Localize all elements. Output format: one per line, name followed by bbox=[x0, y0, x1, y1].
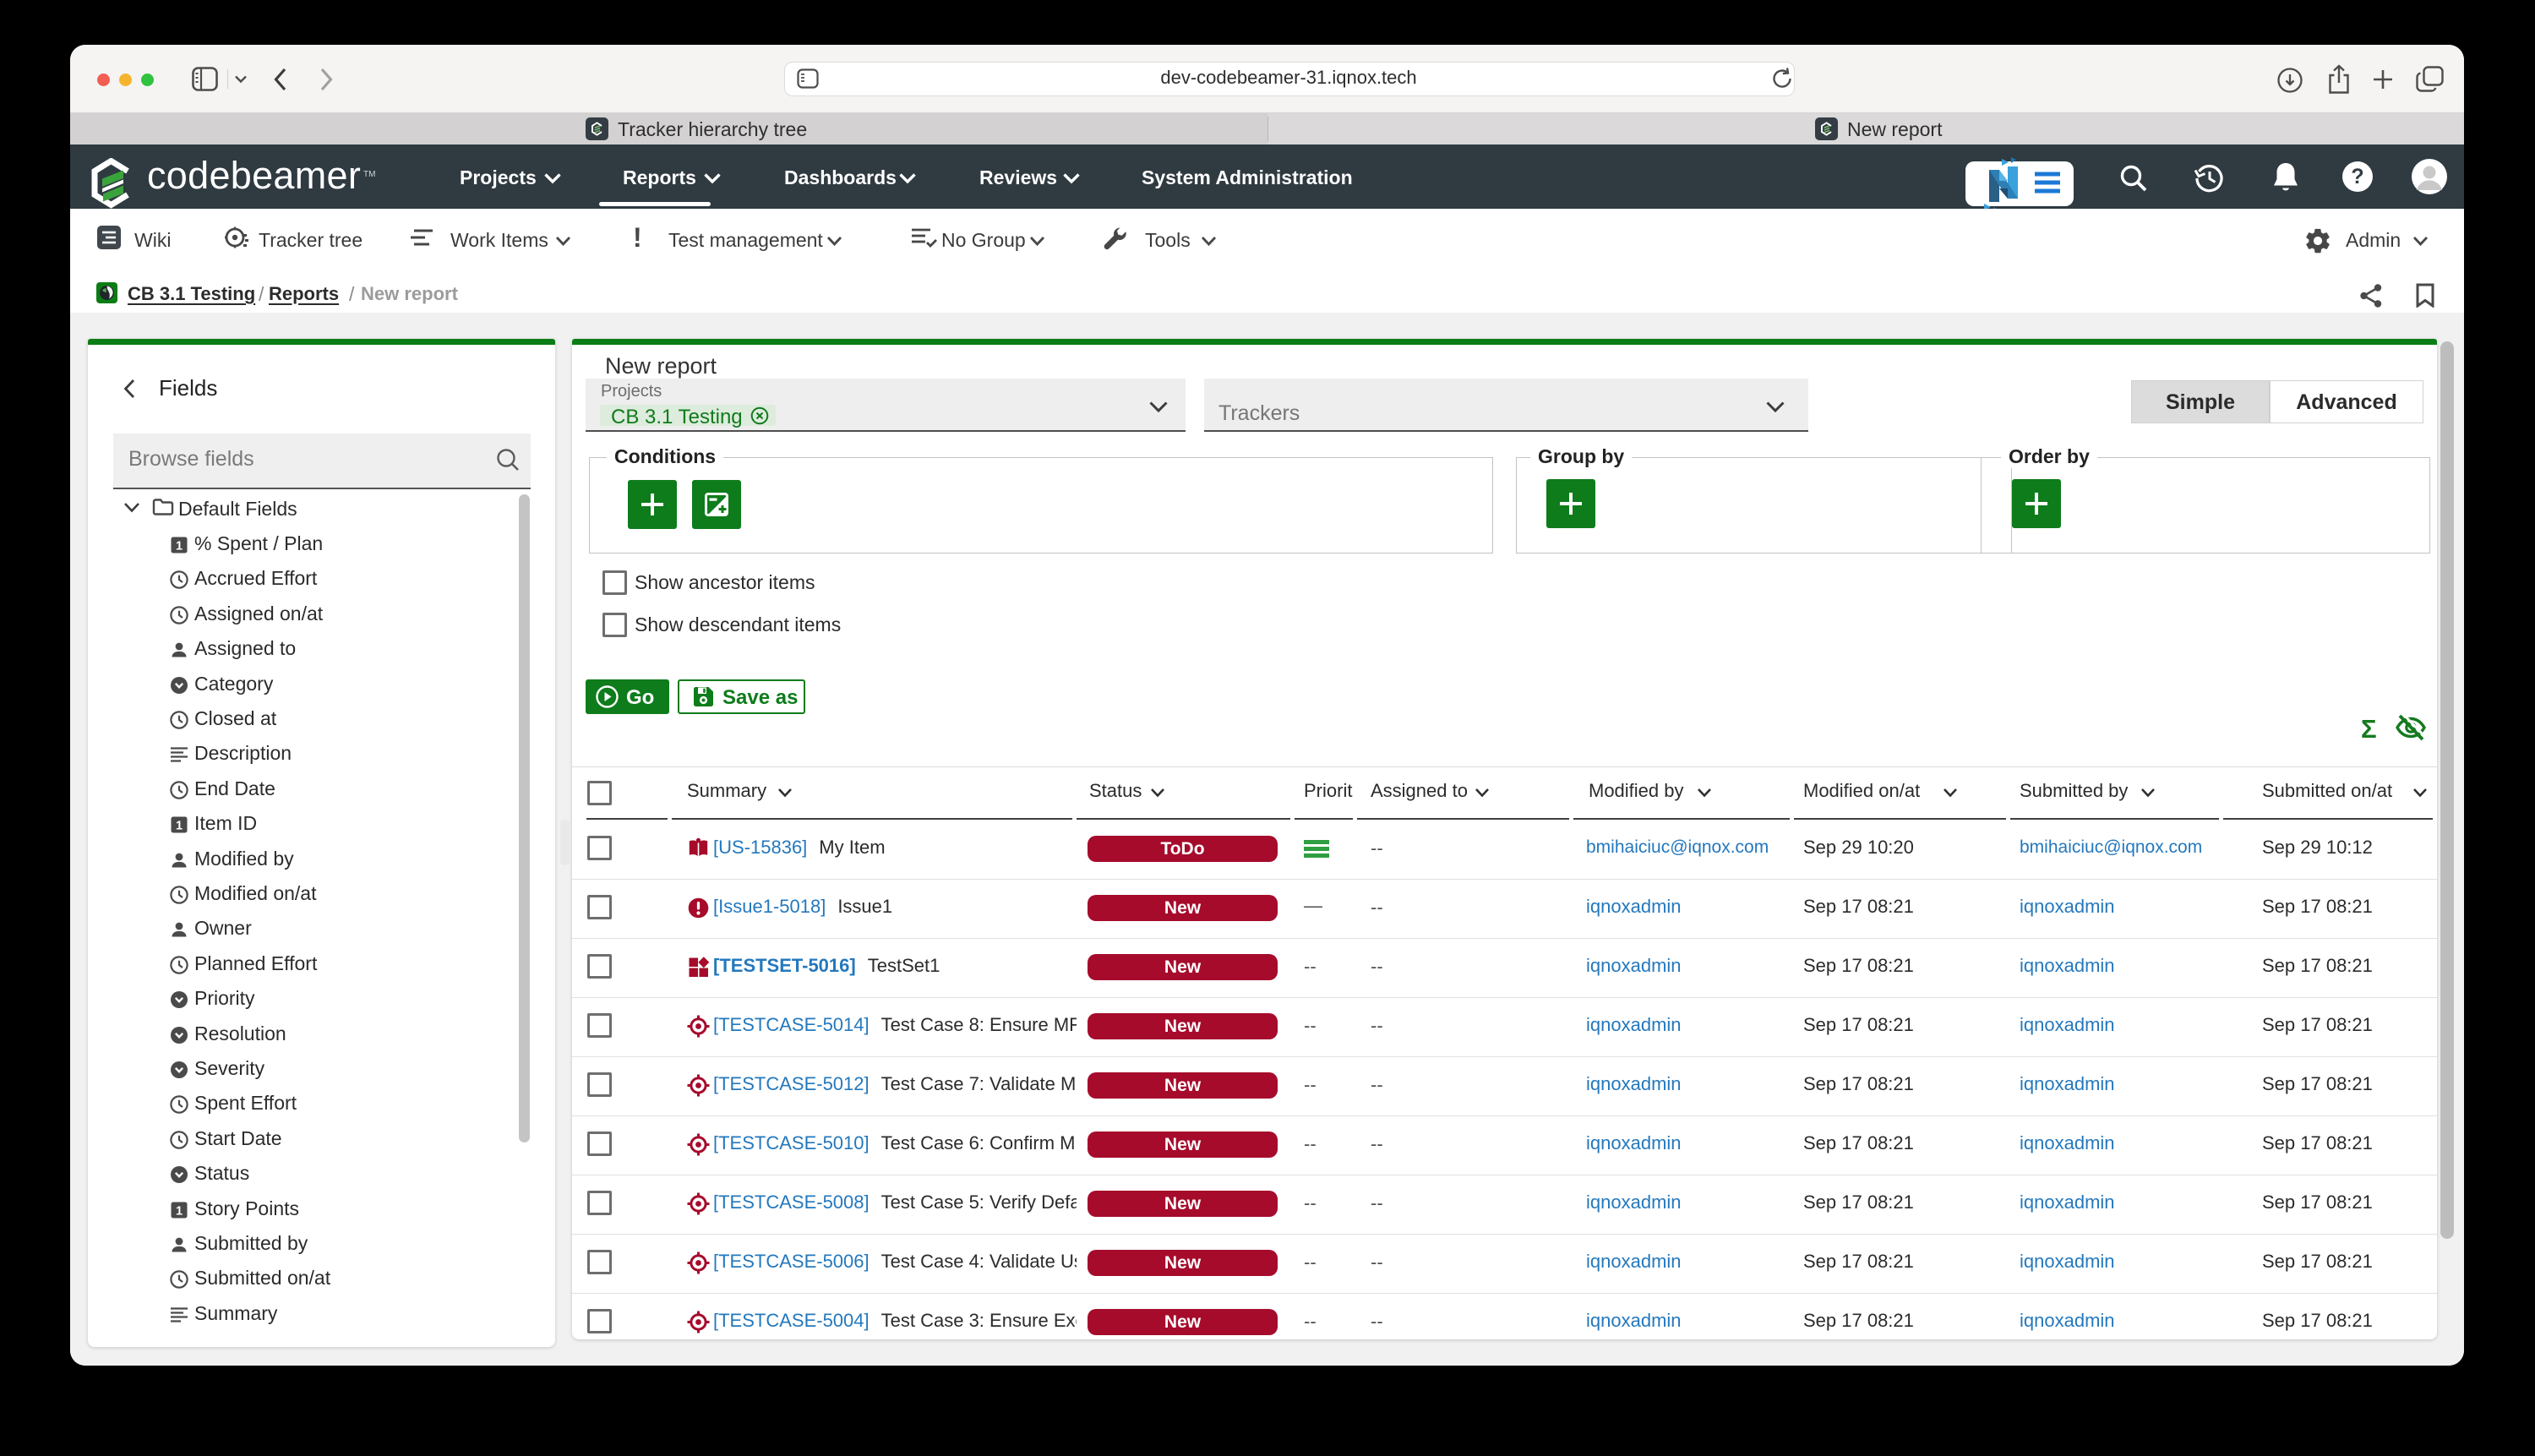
svg-text:1: 1 bbox=[176, 820, 183, 833]
svg-text:?: ? bbox=[2351, 165, 2363, 188]
svg-text:1: 1 bbox=[176, 1205, 183, 1219]
svg-text:1: 1 bbox=[176, 540, 183, 553]
